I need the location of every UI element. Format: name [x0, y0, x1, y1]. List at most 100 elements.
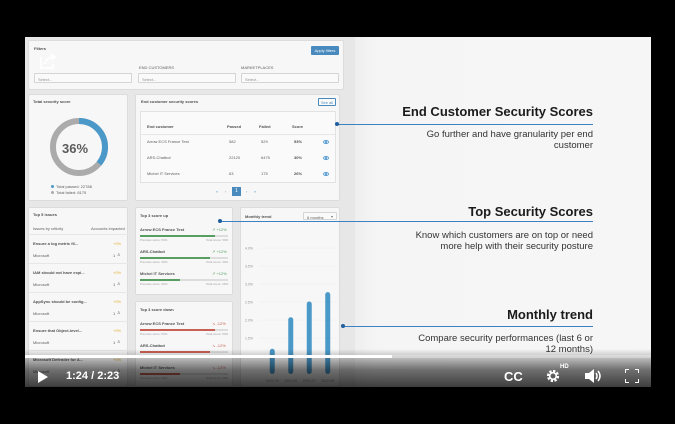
y-tick-label: 2.5%: [245, 301, 253, 305]
end-customer-name: ARS-Chatbot: [147, 155, 171, 160]
y-tick-label: 4.0%: [245, 247, 253, 251]
issue-pct: +0%: [113, 328, 122, 333]
hd-badge: HD: [560, 364, 569, 370]
view-eye-icon[interactable]: [323, 140, 329, 144]
pagination-prev[interactable]: ‹: [225, 190, 226, 194]
score-value: 30%: [294, 155, 303, 160]
issue-provider: Microsoft: [33, 253, 50, 258]
total-score-sub: Total score: 30%: [206, 260, 229, 264]
table-row[interactable]: ARS-Chatbot 22120 6475 30%: [141, 150, 335, 166]
score-item[interactable]: Arrow ECS France Test ↗ +12% Previous scor…: [136, 226, 234, 248]
filter-select-3[interactable]: Select...: [241, 73, 339, 83]
user-icon: ♙: [117, 281, 121, 286]
time-separator: /: [88, 370, 98, 382]
apply-filters-button[interactable]: Apply filters: [311, 46, 339, 55]
play-icon[interactable]: [38, 371, 48, 383]
share-icon[interactable]: [38, 51, 58, 71]
pagination-last[interactable]: »: [254, 190, 256, 194]
score-progress-fill: [140, 235, 215, 237]
issue-item[interactable]: IAM should not have expi... +0% Microsoft 1…: [29, 263, 129, 292]
total-score-sub: Total score: 26%: [206, 282, 229, 286]
issue-provider: Microsoft: [33, 340, 50, 345]
total-passed-label: Total passed: 22788: [56, 184, 92, 189]
score-item-name: Arrow ECS France Test: [140, 321, 185, 326]
view-eye-icon[interactable]: [323, 172, 329, 176]
fullscreen-icon[interactable]: [625, 369, 639, 383]
score-value: 53%: [294, 139, 303, 144]
callout-heading-top-scores: Top Security Scores: [468, 204, 593, 219]
score-progress-bar: [140, 279, 228, 281]
total-score-card: Total security score 36% Total passed: 2…: [28, 94, 128, 201]
issue-pct: +0%: [113, 241, 122, 246]
score-item[interactable]: ARS-Chatbot ↗ +12% Previous score: 30% Tota…: [136, 248, 234, 270]
score-item-name: Michel IT Services: [140, 271, 175, 276]
progress-bar[interactable]: [25, 355, 651, 358]
duration: 2:23: [97, 370, 120, 382]
issue-provider: Microsoft: [33, 282, 50, 287]
see-all-button[interactable]: See all: [318, 98, 336, 106]
top-down-title: Top 3 score down: [140, 307, 174, 312]
issue-item[interactable]: Ensure that Object-level... +0% Microsoft 1…: [29, 321, 129, 350]
gear-icon[interactable]: [545, 368, 561, 384]
score-change: ↗ +12%: [212, 227, 227, 232]
feature-callouts: End Customer Security Scores Go further …: [355, 37, 651, 387]
connector-dot-top-scores: [218, 219, 222, 223]
issue-item[interactable]: AppSync should be config... +0% Microsoft 1…: [29, 292, 129, 321]
captions-button[interactable]: CC: [504, 369, 523, 384]
callout-heading-monthly: Monthly trend: [507, 307, 593, 322]
filter-select-2[interactable]: Select...: [138, 73, 236, 83]
previous-score: Previous score: 53%: [140, 332, 168, 336]
issue-title: AppSync should be config...: [33, 299, 87, 304]
y-tick-label: 3.0%: [245, 283, 253, 287]
score-change: ↗ +12%: [212, 249, 227, 254]
end-customer-name: Arrow ECS France Test: [147, 139, 189, 144]
failed-value: 529: [261, 139, 268, 144]
failed-legend-dot: [51, 191, 54, 194]
failed-value: 175: [261, 171, 268, 176]
y-tick-label: 3.5%: [245, 265, 253, 269]
col-failed: Failed: [259, 124, 271, 129]
callout-desc-top-scores: Know which customers are on top or need …: [415, 230, 593, 252]
chevron-down-icon: ▾: [331, 214, 334, 219]
filter-select-1[interactable]: Select...: [34, 73, 132, 83]
connector-dot-monthly: [341, 324, 345, 328]
user-icon: ♙: [117, 339, 121, 344]
issue-provider: Microsoft: [33, 311, 50, 316]
connector-line-monthly: [343, 326, 593, 327]
issue-item[interactable]: Ensure a log metric fil... +0% Microsoft 1 ♙: [29, 234, 129, 263]
issue-pct: +0%: [113, 299, 122, 304]
score-item[interactable]: Arrow ECS France Test ↘ -12% Previous scor…: [136, 320, 234, 342]
score-progress-fill: [140, 279, 180, 281]
issue-count: 1: [113, 311, 116, 316]
volume-icon[interactable]: [585, 369, 603, 383]
connector-line-end-customer: [337, 124, 593, 125]
video-player[interactable]: Filters Apply filters END CUSTOMERS MARK…: [25, 37, 651, 387]
months-select[interactable]: 6 months ▾: [303, 212, 337, 220]
issue-title: IAM should not have expi...: [33, 270, 85, 275]
pagination-page-1[interactable]: 1: [232, 187, 241, 196]
issue-title: Ensure a log metric fil...: [33, 241, 79, 246]
end-customer-title: End customer security scores: [141, 99, 199, 104]
table-row[interactable]: Michel IT Services 63 175 26%: [141, 166, 335, 182]
score-progress-bar: [140, 329, 228, 331]
score-item-name: ARS-Chatbot: [140, 343, 165, 348]
score-progress-fill: [140, 257, 211, 259]
top-issues-title: Top 5 issues: [33, 212, 57, 217]
pagination: « ‹ 1 › »: [214, 187, 274, 197]
issue-count: 1: [113, 282, 116, 287]
issue-pct: +0%: [113, 270, 122, 275]
issues-col-label: Issues by criticity: [33, 226, 64, 231]
accounts-col-label: Accounts impacted: [91, 226, 125, 231]
table-row[interactable]: Arrow ECS France Test 582 529 53%: [141, 134, 335, 150]
pagination-next[interactable]: ›: [246, 190, 247, 194]
total-score-title: Total security score: [33, 99, 71, 104]
marketplaces-filter-label: MARKETPLACES: [241, 65, 274, 70]
end-customer-table: End customer Passed Failed Score Arrow E…: [140, 111, 336, 183]
score-item[interactable]: Michel IT Services ↗ +12% Previous score: …: [136, 270, 234, 292]
col-end-customer: End customer: [147, 124, 174, 129]
current-time: 1:24: [66, 370, 89, 382]
pagination-first[interactable]: «: [216, 190, 218, 194]
view-eye-icon[interactable]: [323, 156, 329, 160]
passed-legend-dot: [51, 185, 54, 188]
col-passed: Passed: [227, 124, 242, 129]
